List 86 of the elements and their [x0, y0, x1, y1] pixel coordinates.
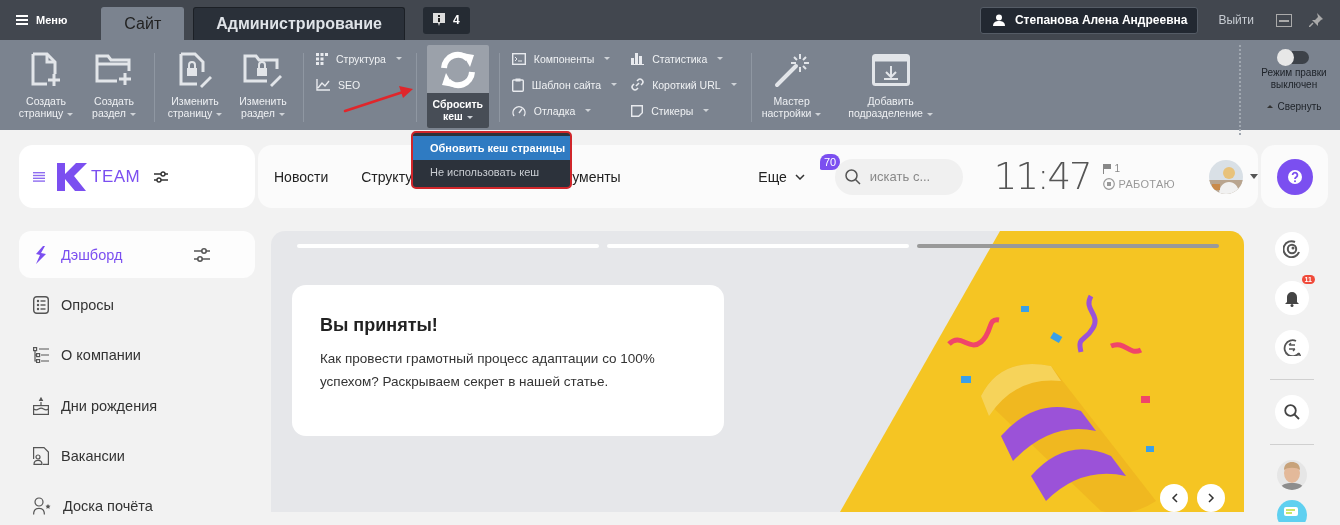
- toolbar-menu-item[interactable]: Отладка: [511, 100, 592, 121]
- rail-button[interactable]: [1275, 232, 1309, 266]
- sidebar-item[interactable]: Доска почёта: [19, 482, 255, 525]
- help-icon[interactable]: [1276, 158, 1313, 195]
- bar-chart-icon: [631, 52, 645, 65]
- toolbar-menu-item[interactable]: Стикеры: [631, 100, 710, 121]
- notifications-button[interactable]: [1275, 281, 1309, 315]
- banner-title: Вы приняты!: [320, 315, 439, 336]
- document-person-icon: [33, 447, 49, 466]
- sliders-icon[interactable]: [154, 170, 169, 183]
- toolbar-button[interactable]: Создать страницу: [13, 45, 79, 122]
- notifications-button[interactable]: 4: [422, 6, 470, 34]
- person-star-icon: [33, 497, 51, 516]
- chevron-right-icon: [1207, 493, 1215, 503]
- toolbar-menu-item[interactable]: Короткий URL: [631, 74, 737, 95]
- toolbar-button[interactable]: Изменить страницу: [162, 45, 228, 122]
- logo-mark-icon: [33, 245, 49, 264]
- logout-link[interactable]: Выйти: [1218, 13, 1254, 27]
- nav-link[interactable]: ументы: [572, 168, 621, 185]
- toolbar-button[interactable]: Мастер настройки: [758, 45, 825, 122]
- toolbar-button[interactable]: Создать раздел: [81, 45, 147, 122]
- link-icon: [631, 78, 645, 91]
- terminal-icon: [511, 52, 526, 65]
- user-icon: [992, 14, 1005, 26]
- stop-icon[interactable]: [1102, 178, 1115, 190]
- sliders-icon[interactable]: [194, 247, 211, 262]
- sidebar-item[interactable]: О компании: [19, 331, 255, 379]
- target-icon: [1283, 240, 1301, 258]
- menu-icon[interactable]: [33, 171, 45, 182]
- more-button[interactable]: Еще: [758, 168, 805, 185]
- chevron-down-icon: [794, 173, 805, 180]
- chat-sync-icon: [1283, 338, 1301, 356]
- bell-icon: [1284, 289, 1300, 307]
- cake-icon: [33, 396, 49, 415]
- sidebar-item[interactable]: Дэшборд: [19, 231, 255, 278]
- menu-button[interactable]: Меню: [16, 3, 68, 37]
- clipboard-icon: [511, 77, 524, 92]
- pin-icon[interactable]: [1309, 13, 1323, 27]
- toolbar-button[interactable]: Добавить подразделение: [835, 45, 946, 122]
- folder-plus-icon: [95, 53, 133, 87]
- gauge-icon: [511, 104, 526, 117]
- toolbar-button[interactable]: Изменить раздел: [230, 45, 296, 122]
- toolbar-menu-item[interactable]: Структура: [316, 48, 402, 69]
- top-tab[interactable]: Сайт: [101, 7, 185, 40]
- flag-icon: [1102, 163, 1111, 174]
- info-icon: [432, 13, 445, 27]
- nav-link[interactable]: Новости: [274, 168, 329, 185]
- top-tab[interactable]: Администрирование: [193, 7, 405, 40]
- line-chart-icon: [316, 78, 330, 91]
- hierarchy-icon: [33, 347, 49, 364]
- user-button[interactable]: Степанова Алена Андреевна: [979, 6, 1199, 34]
- logo-icon: [57, 162, 87, 191]
- folder-lock-icon: [243, 53, 283, 87]
- toolbar-menu-item[interactable]: Статистика: [631, 48, 724, 69]
- logo-text: TEAM: [91, 166, 141, 187]
- sticky-note-icon: [631, 104, 644, 117]
- page-plus-icon: [30, 52, 62, 88]
- search-icon: [1284, 404, 1300, 420]
- checklist-icon: [33, 295, 49, 314]
- flag-count: 1: [1114, 163, 1121, 174]
- menu-icon: [16, 15, 28, 25]
- edit-mode-label: Режим правки выключен: [1260, 67, 1328, 91]
- sidebar-item[interactable]: Опросы: [19, 281, 255, 329]
- window-download-icon: [871, 54, 910, 86]
- clock: 11:47: [993, 155, 1091, 198]
- magic-wand-icon: [773, 52, 810, 88]
- menu-item[interactable]: Обновить кеш страницы: [413, 136, 570, 160]
- grid-icon: [316, 52, 328, 65]
- banner-text: Как провести грамотный процесс адаптации со 100% успехом? Раскрываем секрет в нашей статье.: [320, 350, 656, 391]
- work-status[interactable]: РАБОТАЮ: [1118, 178, 1175, 190]
- count-badge: 70: [820, 154, 841, 170]
- edit-mode-toggle[interactable]: [1279, 51, 1309, 64]
- toolbar-menu-item[interactable]: SEO: [316, 74, 361, 95]
- sidebar-item[interactable]: Дни рождения: [19, 382, 255, 430]
- collapse-button[interactable]: Свернуть: [1266, 101, 1322, 112]
- toolbar-menu-item[interactable]: Компоненты: [511, 48, 611, 69]
- sidebar-item[interactable]: Вакансии: [19, 432, 255, 480]
- toolbar-button[interactable]: Сбросить кеш: [426, 45, 489, 128]
- keyboard-icon[interactable]: [1276, 13, 1292, 27]
- nav-link[interactable]: Структу: [361, 168, 413, 185]
- search-button[interactable]: [1275, 395, 1309, 429]
- caret-icon[interactable]: [1250, 174, 1258, 179]
- chevron-left-icon: [1170, 493, 1178, 503]
- rail-button[interactable]: [1275, 330, 1309, 364]
- toolbar-menu-item[interactable]: Шаблон сайта: [511, 74, 618, 95]
- page-lock-icon: [178, 52, 212, 88]
